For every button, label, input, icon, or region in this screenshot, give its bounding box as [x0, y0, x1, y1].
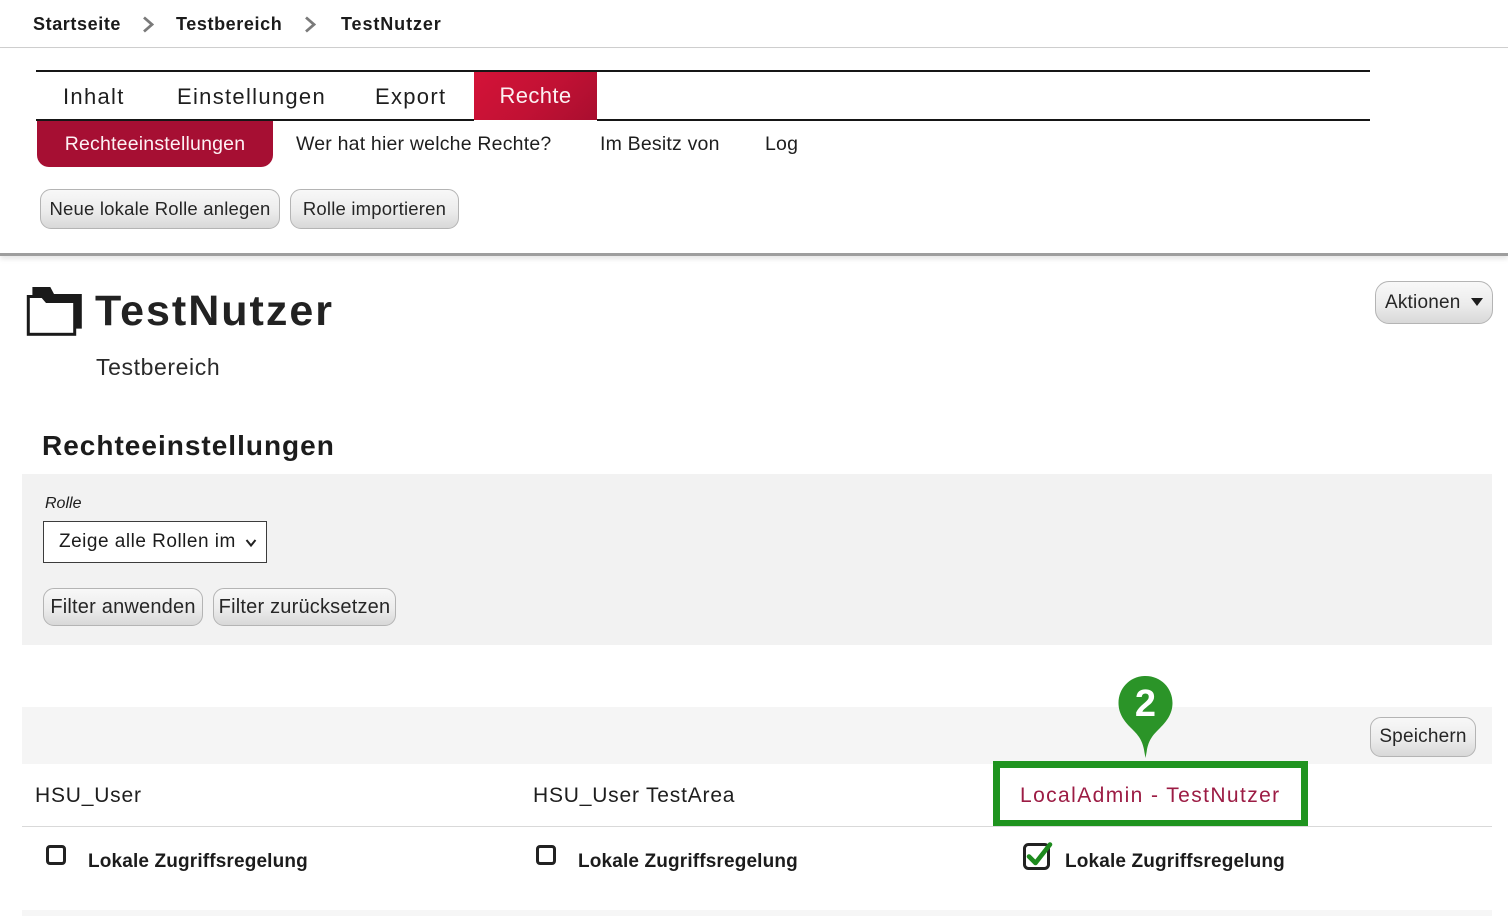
svg-text:2: 2	[1135, 683, 1156, 725]
